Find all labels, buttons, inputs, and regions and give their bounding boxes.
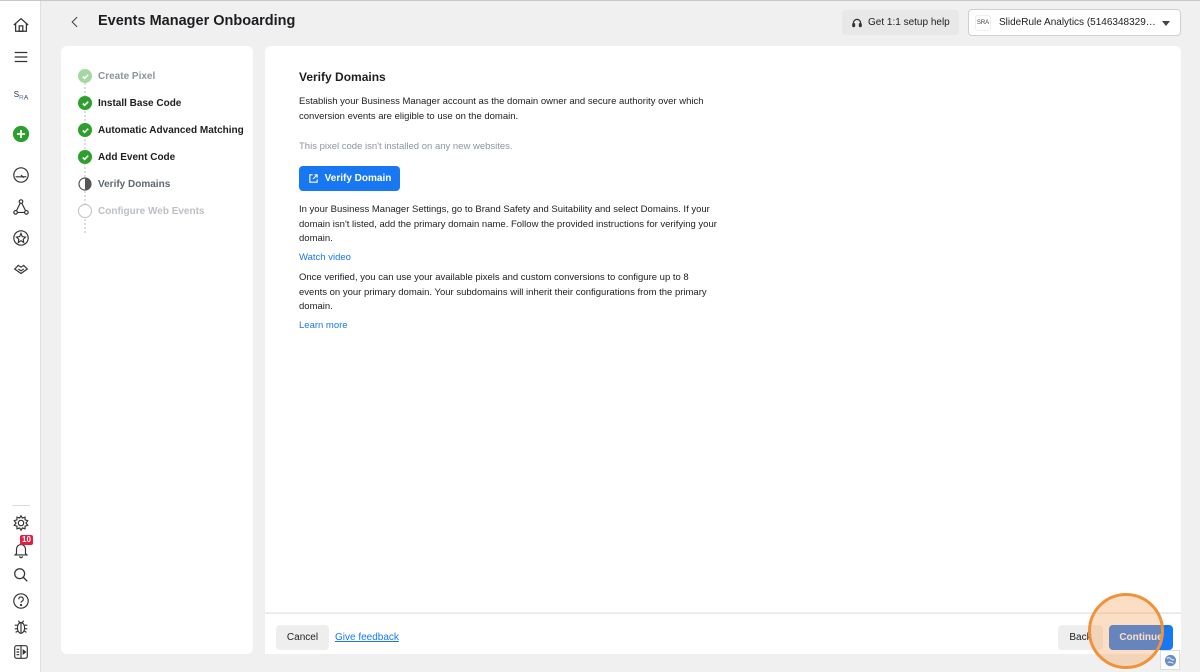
step-configure-web-events[interactable]: Configure Web Events xyxy=(78,204,205,218)
cancel-button[interactable]: Cancel xyxy=(276,625,329,650)
step-label: Add Event Code xyxy=(98,151,176,163)
menu-icon[interactable] xyxy=(10,46,32,68)
step-label: Create Pixel xyxy=(98,70,156,82)
step-label: Automatic Advanced Matching xyxy=(98,124,244,136)
page-title: Events Manager Onboarding xyxy=(98,13,296,29)
pixel-notice: This pixel code isn't installed on any n… xyxy=(299,141,513,152)
instructions-text: In your Business Manager Settings, go to… xyxy=(299,204,717,244)
back-button[interactable]: Back xyxy=(1058,625,1103,650)
account-avatar[interactable]: SRA xyxy=(10,85,32,107)
partners-handshake-icon[interactable] xyxy=(10,258,32,280)
continue-button[interactable]: Continue xyxy=(1109,625,1173,650)
learn-more-link[interactable]: Learn more xyxy=(299,319,348,334)
watch-video-link[interactable]: Watch video xyxy=(299,251,351,266)
bug-report-icon[interactable] xyxy=(10,616,32,638)
setup-help-label: Get 1:1 setup help xyxy=(868,17,950,28)
step-label: Configure Web Events xyxy=(98,205,205,217)
check-circle-icon xyxy=(78,69,92,83)
panel-toggle-icon[interactable] xyxy=(10,641,32,663)
rail-divider xyxy=(12,505,30,506)
globe-icon[interactable] xyxy=(1160,650,1180,670)
settings-gear-icon[interactable] xyxy=(10,512,32,534)
check-circle-icon xyxy=(78,96,92,110)
account-initials: SRA xyxy=(13,90,29,102)
notification-badge: 10 xyxy=(20,535,33,545)
connections-icon[interactable] xyxy=(10,196,32,218)
account-name: SlideRule Analytics (5146348329… xyxy=(999,17,1156,28)
step-install-base-code[interactable]: Install Base Code xyxy=(78,96,181,110)
left-nav-rail: SRA 10 xyxy=(0,1,41,672)
home-icon[interactable] xyxy=(10,14,32,36)
page-header: Events Manager Onboarding Get 1:1 setup … xyxy=(41,1,1200,45)
footer-action-bar: Cancel Give feedback Back Continue xyxy=(265,613,1181,654)
give-feedback-link[interactable]: Give feedback xyxy=(335,632,399,643)
intro-text: Establish your Business Manager account … xyxy=(299,96,704,122)
notifications-bell-icon[interactable]: 10 xyxy=(10,535,33,561)
chevron-left-icon xyxy=(71,16,78,28)
step-label: Verify Domains xyxy=(98,178,171,190)
step-add-event-code[interactable]: Add Event Code xyxy=(78,150,175,164)
half-circle-progress-icon xyxy=(78,177,92,191)
after-verify-text: Once verified, you can use your availabl… xyxy=(299,272,707,312)
onboarding-steps-panel: Create Pixel Install Base Code Automatic… xyxy=(61,46,253,654)
check-circle-icon xyxy=(78,123,92,137)
create-icon[interactable] xyxy=(10,123,32,145)
caret-down-icon xyxy=(1162,21,1170,26)
step-automatic-advanced-matching[interactable]: Automatic Advanced Matching xyxy=(78,123,244,137)
help-question-icon[interactable] xyxy=(10,590,32,612)
step-verify-domains[interactable]: Verify Domains xyxy=(78,177,170,191)
verify-domain-label: Verify Domain xyxy=(324,173,392,184)
account-logo: SRA xyxy=(975,14,991,31)
search-icon[interactable] xyxy=(10,564,32,586)
account-selector[interactable]: SRA SlideRule Analytics (5146348329… xyxy=(968,9,1181,36)
step-label: Install Base Code xyxy=(98,97,182,109)
setup-help-button[interactable]: Get 1:1 setup help xyxy=(842,10,959,35)
back-navigation-button[interactable] xyxy=(65,11,85,33)
check-circle-icon xyxy=(78,150,92,164)
step-create-pixel[interactable]: Create Pixel xyxy=(78,69,155,83)
dashboard-gauge-icon[interactable] xyxy=(10,164,32,186)
headset-icon xyxy=(852,18,862,27)
star-badge-icon[interactable] xyxy=(10,227,32,249)
external-link-icon xyxy=(308,174,318,183)
verify-domain-button[interactable]: Verify Domain xyxy=(299,166,400,191)
section-title: Verify Domains xyxy=(299,70,386,84)
verify-domains-panel: Verify Domains Establish your Business M… xyxy=(265,46,1181,612)
empty-circle-icon xyxy=(78,204,92,218)
